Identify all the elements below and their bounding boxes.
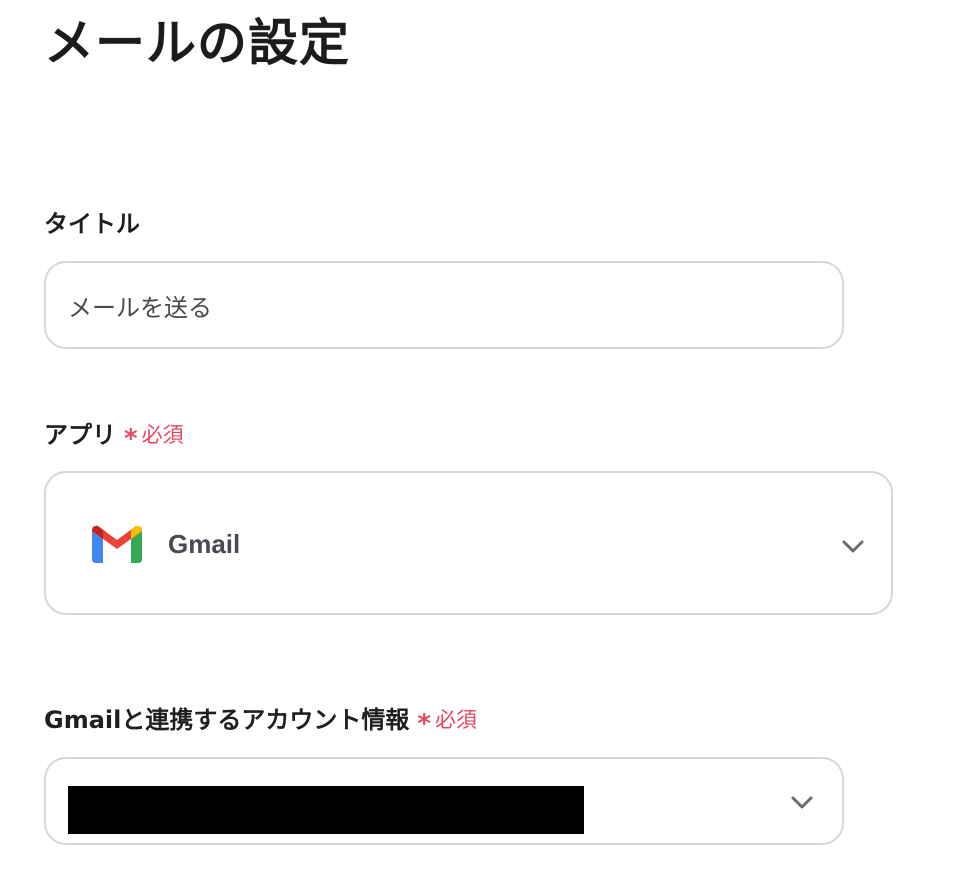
title-input[interactable]	[68, 291, 808, 319]
title-input-box[interactable]	[44, 261, 844, 349]
required-text: 必須	[434, 708, 477, 732]
required-text: 必須	[141, 423, 184, 447]
account-select[interactable]	[44, 757, 844, 845]
required-asterisk: *	[124, 424, 138, 454]
redacted-account-value	[68, 786, 584, 834]
page-title: メールの設定	[44, 14, 350, 72]
app-label-text: アプリ	[44, 421, 116, 449]
account-field-label: Gmailと連携するアカウント情報 * 必須	[44, 705, 477, 739]
required-badge: * 必須	[417, 705, 477, 739]
chevron-down-icon	[791, 796, 813, 809]
chevron-down-icon	[842, 540, 864, 553]
app-select[interactable]: Gmail	[44, 471, 893, 615]
selected-app-name: Gmail	[168, 529, 241, 559]
required-badge: * 必須	[124, 420, 184, 454]
title-field-label: タイトル	[44, 209, 140, 239]
required-asterisk: *	[417, 709, 431, 739]
app-field-label: アプリ * 必須	[44, 420, 184, 454]
title-label-text: タイトル	[44, 210, 140, 238]
account-label-text: Gmailと連携するアカウント情報	[44, 706, 410, 734]
gmail-logo-icon	[92, 525, 142, 563]
